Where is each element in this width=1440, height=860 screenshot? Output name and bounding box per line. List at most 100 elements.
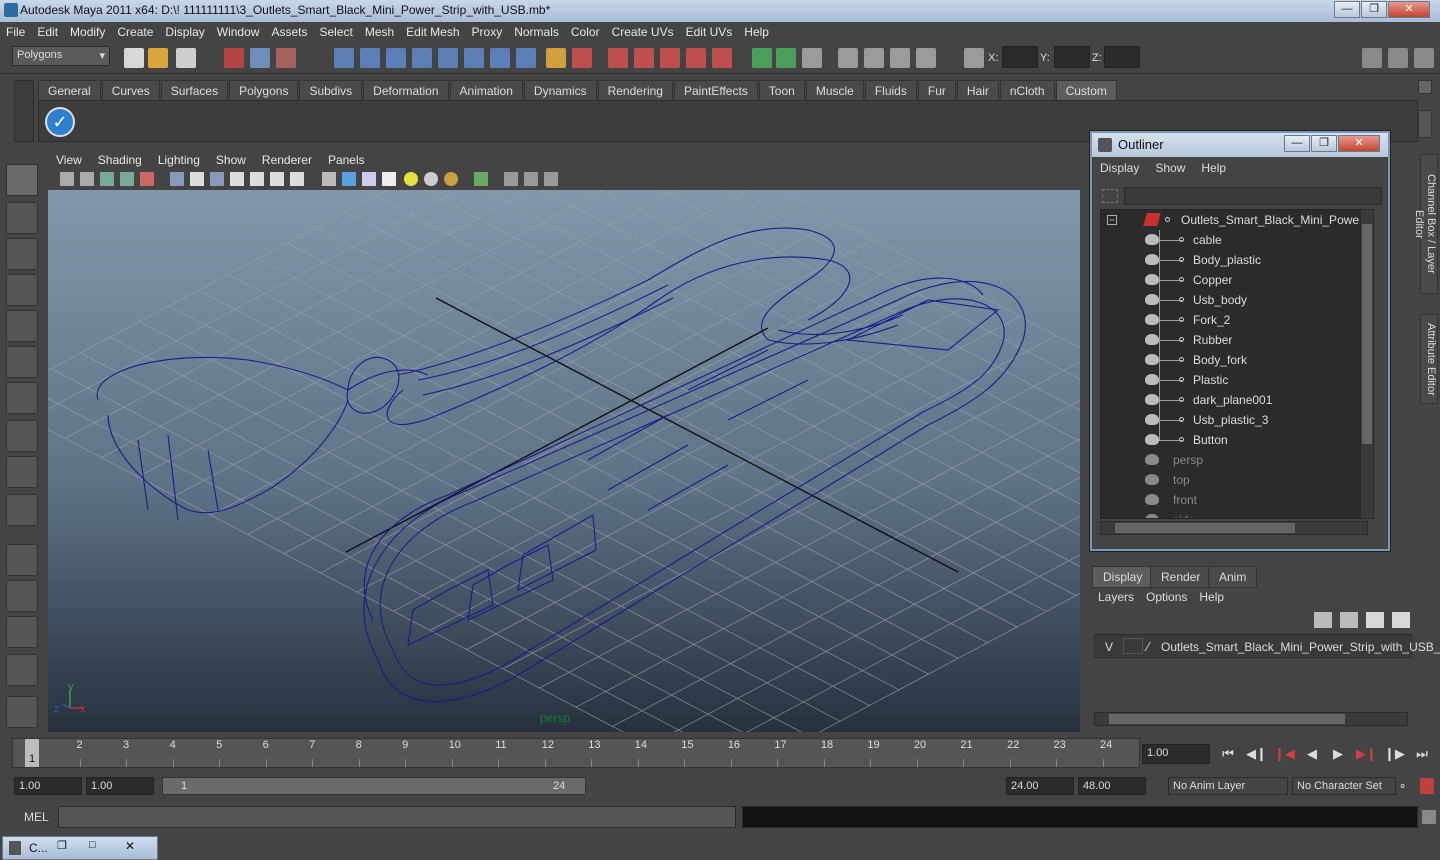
outliner-child-row[interactable]: Rubber <box>1101 330 1367 350</box>
all-lights-icon[interactable] <box>424 172 438 186</box>
input-mode-icon[interactable] <box>776 48 796 68</box>
tab-hair[interactable]: Hair <box>956 80 999 100</box>
tab-polygons[interactable]: Polygons <box>229 80 299 100</box>
render-frame-icon[interactable] <box>634 48 654 68</box>
tab-rendering[interactable]: Rendering <box>597 80 673 100</box>
show-manipulator-icon[interactable] <box>6 456 38 488</box>
outliner-close-icon[interactable]: ✕ <box>1338 135 1380 152</box>
play-backwards-icon[interactable]: ◀ <box>1302 746 1322 764</box>
show-tool-settings-icon[interactable] <box>890 48 910 68</box>
outliner-child-row[interactable]: Fork_2 <box>1101 310 1367 330</box>
wireframe-mode-icon[interactable] <box>322 172 336 186</box>
menu-mesh[interactable]: Mesh <box>359 22 400 42</box>
end-time-field[interactable]: 48.00 <box>1078 777 1146 795</box>
start-time-field[interactable]: 1.00 <box>14 777 82 795</box>
tab-fur[interactable]: Fur <box>917 80 956 100</box>
outliner-search-input[interactable] <box>1124 187 1382 205</box>
ipr-render-icon[interactable] <box>660 48 680 68</box>
tab-anim-layers[interactable]: Anim <box>1208 566 1258 588</box>
outliner-layout-icon[interactable] <box>6 616 38 648</box>
outliner-root-row[interactable]: − Outlets_Smart_Black_Mini_Power_Strip_ <box>1101 210 1367 230</box>
z-coord-field[interactable] <box>1104 46 1140 68</box>
tab-toon[interactable]: Toon <box>758 80 805 100</box>
render-settings-icon[interactable] <box>686 48 706 68</box>
outliner-child-row[interactable]: Usb_plastic_3 <box>1101 410 1367 430</box>
menu-display[interactable]: Display <box>159 22 210 42</box>
tab-animation[interactable]: Animation <box>449 80 523 100</box>
x-coord-field[interactable] <box>1002 46 1038 68</box>
go-to-end-icon[interactable]: ⏭ <box>1412 746 1432 764</box>
go-to-start-icon[interactable]: ⏮ <box>1218 746 1238 764</box>
menu-select[interactable]: Select <box>313 22 358 42</box>
xray-icon[interactable] <box>474 172 488 186</box>
grease-pencil-icon[interactable] <box>140 172 154 186</box>
shadows-icon[interactable] <box>444 172 458 186</box>
outliner-camera-row[interactable]: front <box>1101 490 1367 510</box>
panel-layout-icon[interactable] <box>1362 48 1382 68</box>
outliner-child-row[interactable]: Body_fork <box>1101 350 1367 370</box>
smooth-shade-icon[interactable] <box>342 172 356 186</box>
film-gate-icon[interactable] <box>190 172 204 186</box>
outliner-child-row[interactable]: Plastic <box>1101 370 1367 390</box>
snap-grid-icon[interactable] <box>334 48 354 68</box>
input-line-icon[interactable] <box>752 48 772 68</box>
select-object-icon[interactable] <box>250 48 270 68</box>
viewport-menu-lighting[interactable]: Lighting <box>150 150 208 170</box>
menu-normals[interactable]: Normals <box>508 22 565 42</box>
tab-muscle[interactable]: Muscle <box>805 80 864 100</box>
resolution-gate-icon[interactable] <box>210 172 224 186</box>
step-forward-icon[interactable]: ❙▶ <box>1384 746 1405 764</box>
outliner-horizontal-scrollbar[interactable] <box>1100 521 1368 535</box>
tab-channel-box[interactable]: Channel Box / Layer Editor <box>1413 154 1438 294</box>
script-editor-icon[interactable] <box>1422 810 1436 824</box>
field-box-icon[interactable] <box>802 48 822 68</box>
xray-joints-icon[interactable] <box>524 172 538 186</box>
outliner-camera-row[interactable]: persp <box>1101 450 1367 470</box>
graph-layout-icon[interactable] <box>6 654 38 686</box>
restore-icon[interactable]: ❐ <box>57 839 67 852</box>
grid-toggle-icon[interactable] <box>170 172 184 186</box>
select-tool-icon[interactable] <box>6 164 38 196</box>
move-layer-up-icon[interactable] <box>1314 612 1332 628</box>
maximize-icon[interactable]: ❐ <box>1361 1 1387 18</box>
menu-set-dropdown[interactable]: Polygons ▾ <box>12 46 110 66</box>
viewport-menu-view[interactable]: View <box>48 150 90 170</box>
maximize-window-icon[interactable]: □ <box>89 839 96 851</box>
viewport-menu-show[interactable]: Show <box>208 150 254 170</box>
outliner-child-row[interactable]: Button <box>1101 430 1367 450</box>
camera-bookmark-icon[interactable] <box>80 172 94 186</box>
default-lighting-icon[interactable] <box>404 172 418 186</box>
y-coord-field[interactable] <box>1054 46 1090 68</box>
outliner-child-row[interactable]: Copper <box>1101 270 1367 290</box>
perspective-viewport[interactable]: persp y z x <box>48 190 1080 732</box>
manipulator-tool-icon[interactable] <box>6 382 38 414</box>
tab-custom[interactable]: Custom <box>1055 80 1117 100</box>
save-scene-icon[interactable] <box>176 48 196 68</box>
snap-surface-icon[interactable] <box>438 48 458 68</box>
move-tool-icon[interactable] <box>6 274 38 306</box>
snap-view-icon[interactable] <box>464 48 484 68</box>
isolate-select-icon[interactable] <box>504 172 518 186</box>
xray-components-icon[interactable] <box>544 172 558 186</box>
show-attributes-icon[interactable] <box>916 48 936 68</box>
layer-visibility-toggle[interactable]: V <box>1105 640 1113 654</box>
viewport-menu-renderer[interactable]: Renderer <box>254 150 320 170</box>
two-d-pan-icon[interactable] <box>120 172 134 186</box>
character-set-dropdown[interactable]: No Character Set <box>1292 777 1396 795</box>
tab-curves[interactable]: Curves <box>101 80 160 100</box>
menu-help[interactable]: Help <box>738 22 775 42</box>
step-back-icon[interactable]: ◀❙ <box>1246 746 1267 764</box>
soft-mod-tool-icon[interactable] <box>6 420 38 452</box>
menu-edit-uvs[interactable]: Edit UVs <box>680 22 739 42</box>
outliner-vertical-scrollbar[interactable] <box>1360 209 1374 519</box>
menu-assets[interactable]: Assets <box>265 22 313 42</box>
mel-label[interactable]: MEL <box>24 810 49 824</box>
outliner-maximize-icon[interactable]: ❐ <box>1311 135 1337 152</box>
menu-create-uvs[interactable]: Create UVs <box>606 22 680 42</box>
key-icon[interactable]: ⚬ <box>1398 780 1414 793</box>
menu-create[interactable]: Create <box>111 22 159 42</box>
layer-horizontal-scrollbar[interactable] <box>1094 712 1408 726</box>
image-plane-icon[interactable] <box>100 172 114 186</box>
menu-window[interactable]: Window <box>211 22 266 42</box>
minimize-icon[interactable]: — <box>1334 1 1360 18</box>
